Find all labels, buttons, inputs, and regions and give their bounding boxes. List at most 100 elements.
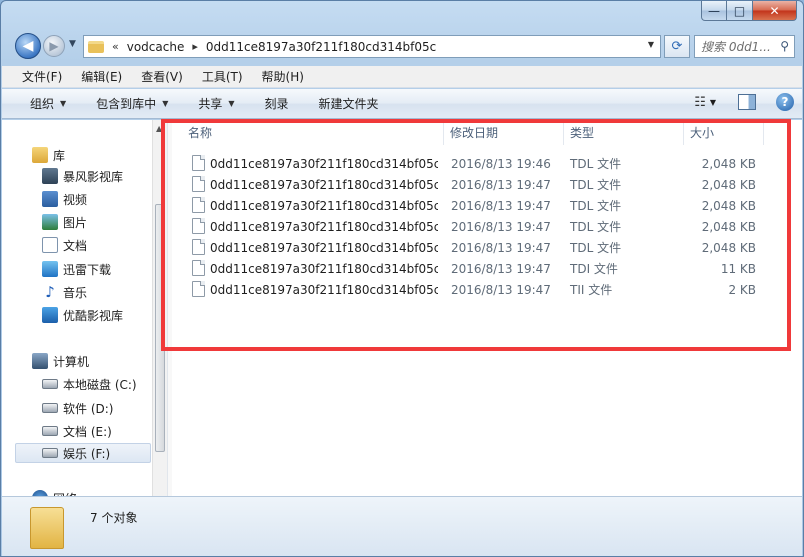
sidebar-item-xunlei[interactable]: 迅雷下载 — [42, 259, 111, 279]
file-type: TII 文件 — [570, 283, 613, 297]
file-name: 0dd11ce8197a30f211f180cd314bf05c... — [210, 240, 438, 255]
file-icon — [192, 218, 205, 234]
sidebar-item-pictures[interactable]: 图片 — [42, 212, 87, 232]
organize-label: 组织 — [30, 97, 55, 111]
view-options-icon[interactable]: ☷ — [694, 95, 706, 110]
breadcrumb-vodcache[interactable]: vodcache — [127, 40, 185, 54]
navigation-pane: 库 暴风影视库 视频 图片 文档 迅雷下载 ♪ 音乐 优酷影视库 计算机 本地磁… — [2, 120, 167, 496]
scroll-up-icon[interactable]: ▲ — [156, 124, 162, 133]
menu-help[interactable]: 帮助(H) — [262, 68, 304, 85]
burn-button[interactable]: 刻录 — [265, 95, 289, 112]
table-row[interactable]: 0dd11ce8197a30f211f180cd314bf05c... 2016… — [172, 153, 792, 174]
menu-tools[interactable]: 工具(T) — [202, 68, 243, 85]
file-name: 0dd11ce8197a30f211f180cd314bf05c... — [210, 156, 438, 171]
organize-button[interactable]: 组织 ▼ — [30, 95, 66, 112]
file-name: 0dd11ce8197a30f211f180cd314bf05c... — [210, 177, 438, 192]
refresh-button[interactable]: ⟳ — [664, 35, 690, 58]
close-button[interactable]: ✕ — [753, 1, 797, 21]
forward-button[interactable]: ▶ — [43, 35, 65, 57]
table-row[interactable]: 0dd11ce8197a30f211f180cd314bf05c... 2016… — [172, 279, 792, 300]
file-icon — [192, 239, 205, 255]
table-row[interactable]: 0dd11ce8197a30f211f180cd314bf05c... 2016… — [172, 174, 792, 195]
sidebar-item-drive-e[interactable]: 文档 (E:) — [42, 421, 112, 441]
file-size: 2,048 KB — [701, 240, 756, 255]
sidebar-label: 娱乐 (F:) — [63, 446, 111, 461]
new-folder-button[interactable]: 新建文件夹 — [319, 95, 379, 112]
file-size: 2,048 KB — [701, 219, 756, 234]
include-in-library-button[interactable]: 包含到库中 ▼ — [96, 95, 168, 112]
burn-label: 刻录 — [264, 97, 289, 111]
column-header-date[interactable]: 修改日期 — [444, 120, 564, 145]
share-button[interactable]: 共享 ▼ — [198, 95, 234, 112]
item-count: 7 个对象 — [90, 511, 138, 525]
sidebar-item-drive-f[interactable]: 娱乐 (F:) — [15, 443, 151, 463]
search-icon[interactable]: ⚲ — [780, 39, 789, 53]
view-dropdown-icon[interactable]: ▼ — [710, 98, 716, 107]
file-date: 2016/8/13 19:47 — [451, 177, 551, 192]
sidebar-label: 文档 (E:) — [63, 424, 112, 439]
address-dropdown-icon[interactable]: ▼ — [648, 40, 654, 49]
sidebar-item-libraries[interactable]: 库 — [32, 145, 65, 165]
refresh-icon: ⟳ — [671, 39, 683, 54]
address-bar[interactable]: « vodcache ▸ 0dd11ce8197a30f211f180cd314… — [83, 35, 661, 58]
sidebar-item-videos[interactable]: 视频 — [42, 189, 87, 209]
sidebar-item-drive-d[interactable]: 软件 (D:) — [42, 398, 113, 418]
sidebar-item-youku[interactable]: 优酷影视库 — [42, 305, 123, 325]
table-row[interactable]: 0dd11ce8197a30f211f180cd314bf05c... 2016… — [172, 258, 792, 279]
breadcrumb-current-folder[interactable]: 0dd11ce8197a30f211f180cd314bf05c — [206, 40, 436, 54]
file-list: 名称 修改日期 类型 大小 0dd11ce8197a30f211f180cd31… — [172, 120, 802, 496]
caption-buttons: — □ ✕ — [701, 1, 797, 21]
recent-pages-dropdown-icon[interactable]: ▼ — [69, 39, 76, 49]
hard-drive-icon — [42, 403, 58, 413]
search-box[interactable]: 搜索 0dd1... ⚲ — [694, 35, 795, 58]
file-icon — [192, 155, 205, 171]
column-header-name[interactable]: 名称 — [172, 120, 444, 145]
minimize-button[interactable]: — — [701, 1, 727, 21]
explorer-window: — □ ✕ ◀ ▶ ▼ « vodcache ▸ 0dd11ce8197a30f… — [0, 0, 804, 557]
toolbar-right: ☷ ▼ ? — [694, 93, 794, 111]
search-input[interactable]: 搜索 0dd1... — [701, 38, 775, 55]
back-button[interactable]: ◀ — [15, 33, 41, 59]
column-header-type[interactable]: 类型 — [564, 120, 684, 145]
navigation-bar: ◀ ▶ ▼ « vodcache ▸ 0dd11ce8197a30f211f18… — [11, 33, 795, 61]
sidebar-scrollbar[interactable]: ▲ — [152, 120, 167, 496]
file-icon — [192, 260, 205, 276]
hard-drive-icon — [42, 379, 58, 389]
folder-icon — [30, 507, 64, 549]
help-icon[interactable]: ? — [776, 93, 794, 111]
file-size: 2 KB — [728, 282, 756, 297]
sidebar-item-baofeng[interactable]: 暴风影视库 — [42, 166, 123, 186]
sidebar-item-network[interactable]: 网络 — [32, 488, 77, 496]
menu-file[interactable]: 文件(F) — [22, 68, 62, 85]
file-date: 2016/8/13 19:47 — [451, 198, 551, 213]
table-row[interactable]: 0dd11ce8197a30f211f180cd314bf05c... 2016… — [172, 237, 792, 258]
maximize-button[interactable]: □ — [727, 1, 753, 21]
table-row[interactable]: 0dd11ce8197a30f211f180cd314bf05c... 2016… — [172, 216, 792, 237]
sidebar-label: 库 — [53, 148, 66, 163]
sidebar-item-music[interactable]: ♪ 音乐 — [42, 282, 87, 302]
chevron-down-icon: ▼ — [162, 99, 169, 108]
table-row[interactable]: 0dd11ce8197a30f211f180cd314bf05c... 2016… — [172, 195, 792, 216]
file-date: 2016/8/13 19:47 — [451, 261, 551, 276]
file-date: 2016/8/13 19:47 — [451, 282, 551, 297]
address-overflow[interactable]: « — [112, 40, 119, 53]
file-type: TDI 文件 — [570, 262, 618, 276]
sidebar-item-documents[interactable]: 文档 — [42, 235, 87, 255]
sidebar-label: 本地磁盘 (C:) — [63, 377, 137, 392]
column-header-size[interactable]: 大小 — [684, 120, 764, 145]
scrollbar-thumb[interactable] — [155, 204, 165, 452]
file-name: 0dd11ce8197a30f211f180cd314bf05c... — [210, 261, 438, 276]
preview-pane-icon[interactable] — [738, 94, 756, 110]
file-name: 0dd11ce8197a30f211f180cd314bf05c... — [210, 198, 438, 213]
music-note-icon: ♪ — [45, 283, 55, 301]
menu-edit[interactable]: 编辑(E) — [81, 68, 122, 85]
file-icon — [192, 197, 205, 213]
file-icon — [192, 176, 205, 192]
file-date: 2016/8/13 19:46 — [451, 156, 551, 171]
breadcrumb-arrow-icon[interactable]: ▸ — [192, 40, 198, 53]
menu-view[interactable]: 查看(V) — [141, 68, 183, 85]
sidebar-item-drive-c[interactable]: 本地磁盘 (C:) — [42, 374, 137, 394]
video-library-icon — [42, 168, 58, 184]
file-icon — [192, 281, 205, 297]
sidebar-item-computer[interactable]: 计算机 — [32, 351, 89, 371]
